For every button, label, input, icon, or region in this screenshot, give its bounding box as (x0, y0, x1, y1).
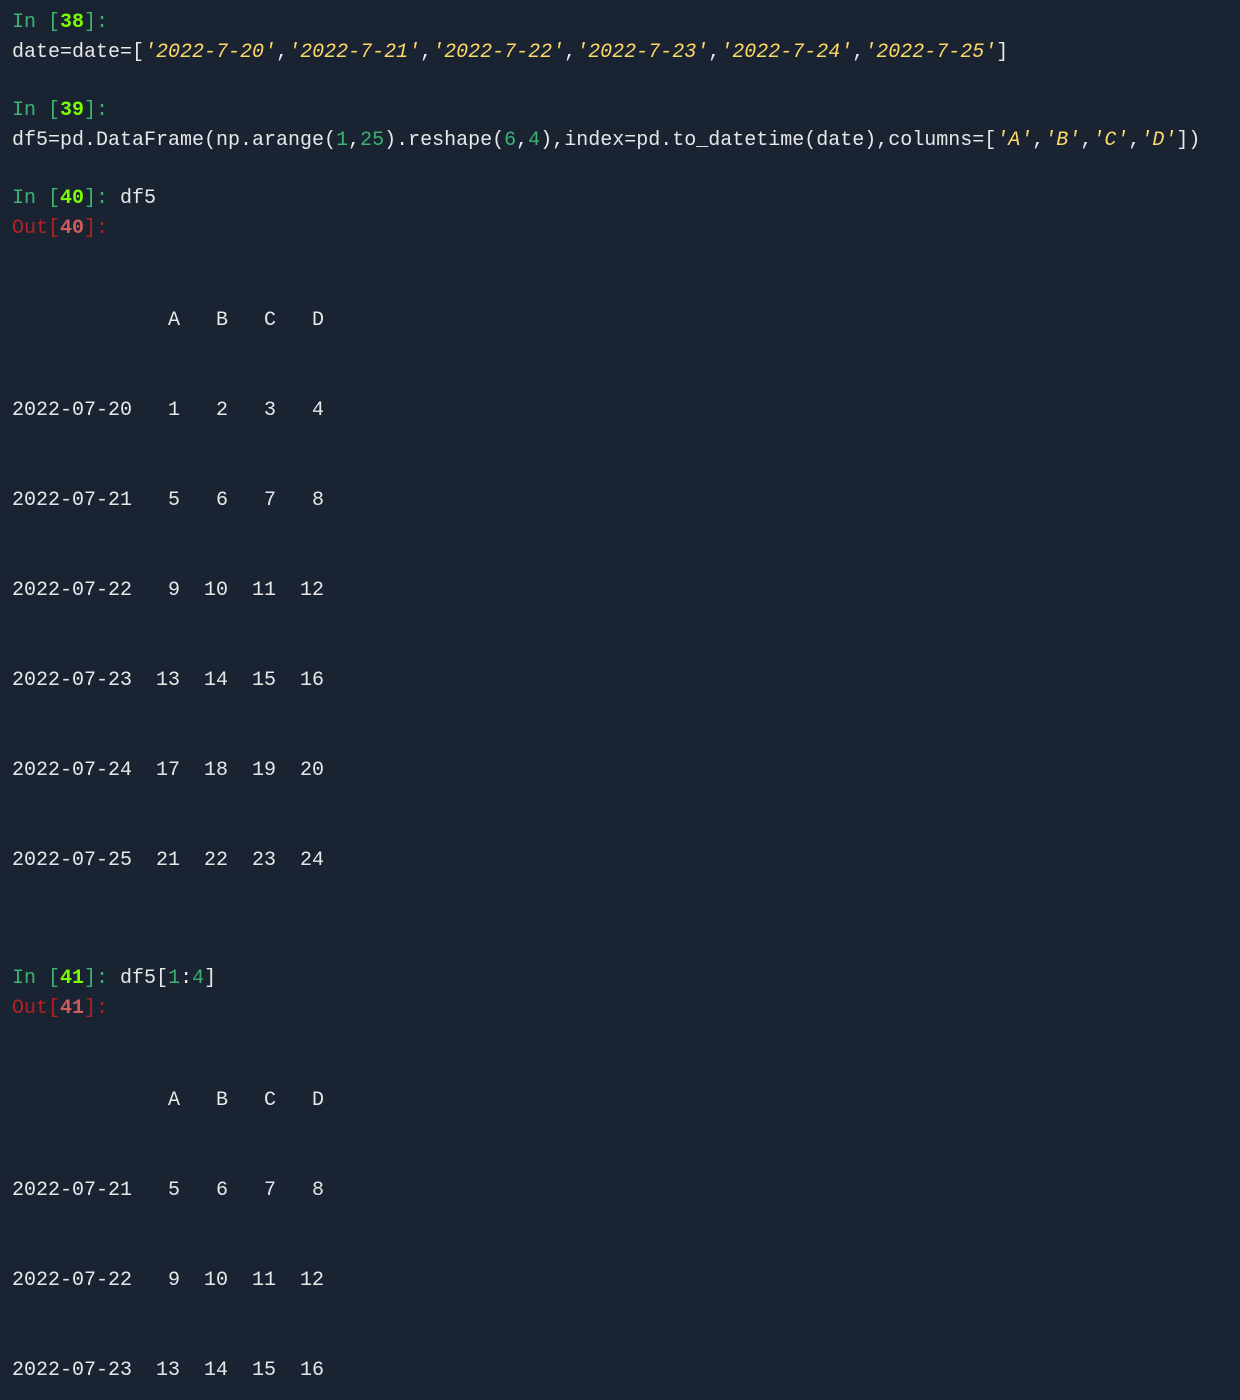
in-prompt-line: In [39]: (12, 96, 1228, 126)
cell-40[interactable]: In [40]: df5 Out[40]: A B C D 2022-07-20… (12, 184, 1228, 936)
table-row: 2022-07-22 9 10 11 12 (12, 1266, 1228, 1296)
table-row: 2022-07-21 5 6 7 8 (12, 1176, 1228, 1206)
in-prompt-line: In [41]: df5[1:4] (12, 964, 1228, 994)
cell-39[interactable]: In [39]: df5=pd.DataFrame(np.arange(1,25… (12, 96, 1228, 156)
table-row: 2022-07-21 5 6 7 8 (12, 486, 1228, 516)
in-prompt: In [41]: (12, 967, 120, 990)
out-prompt: Out[40]: (12, 217, 108, 240)
code-line[interactable]: df5=pd.DataFrame(np.arange(1,25).reshape… (12, 126, 1228, 156)
in-prompt: In [40]: (12, 187, 120, 210)
in-prompt-line: In [40]: df5 (12, 184, 1228, 214)
cell-41[interactable]: In [41]: df5[1:4] Out[41]: A B C D 2022-… (12, 964, 1228, 1400)
table-row: 2022-07-22 9 10 11 12 (12, 576, 1228, 606)
out-prompt-line: Out[40]: (12, 214, 1228, 244)
code-inline[interactable]: df5 (120, 187, 156, 210)
dataframe-output: A B C D 2022-07-21 5 6 7 8 2022-07-22 9 … (12, 1026, 1228, 1400)
cell-38[interactable]: In [38]: date=date=['2022-7-20','2022-7-… (12, 8, 1228, 68)
out-prompt: Out[41]: (12, 997, 108, 1020)
dataframe-output: A B C D 2022-07-20 1 2 3 4 2022-07-21 5 … (12, 246, 1228, 936)
in-prompt: In [39]: (12, 99, 108, 122)
code-line[interactable]: date=date=['2022-7-20','2022-7-21','2022… (12, 38, 1228, 68)
code-inline[interactable]: df5[1:4] (120, 967, 216, 990)
in-prompt-line: In [38]: (12, 8, 1228, 38)
table-row: 2022-07-24 17 18 19 20 (12, 756, 1228, 786)
table-row: 2022-07-25 21 22 23 24 (12, 846, 1228, 876)
table-row: 2022-07-23 13 14 15 16 (12, 666, 1228, 696)
in-prompt: In [38]: (12, 11, 108, 34)
table-header: A B C D (12, 1086, 1228, 1116)
table-row: 2022-07-20 1 2 3 4 (12, 396, 1228, 426)
table-row: 2022-07-23 13 14 15 16 (12, 1356, 1228, 1386)
table-header: A B C D (12, 306, 1228, 336)
out-prompt-line: Out[41]: (12, 994, 1228, 1024)
